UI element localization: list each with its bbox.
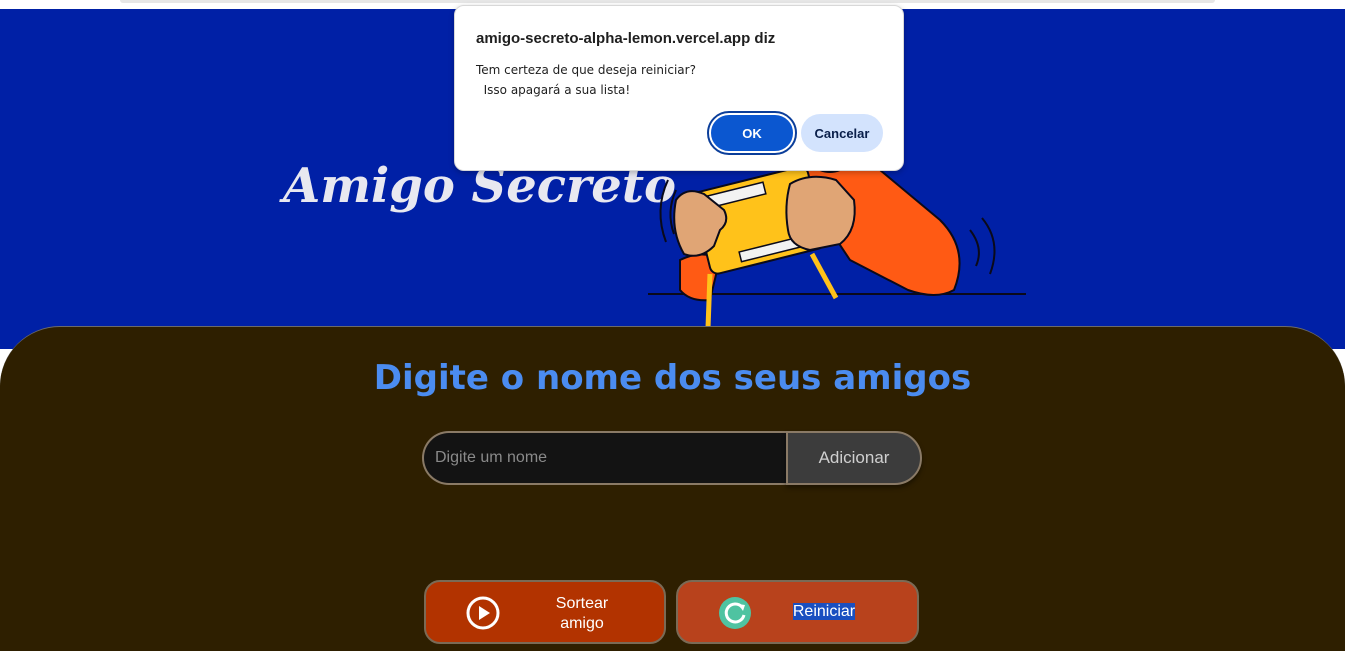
dialog-origin: amigo-secreto-alpha-lemon.vercel.app diz (476, 30, 776, 47)
add-friend-form: Adicionar (422, 431, 922, 485)
confirm-dialog: amigo-secreto-alpha-lemon.vercel.app diz… (454, 5, 904, 171)
name-input[interactable] (422, 431, 788, 485)
draw-friend-label-line1: Sortear (555, 595, 609, 612)
person-playing-handheld-game-illustration (648, 163, 1026, 329)
restart-label: Reiniciar (778, 602, 870, 622)
top-divider (120, 0, 1215, 3)
draw-friend-button[interactable]: Sortear amigo (424, 580, 666, 644)
restart-label-text: Reiniciar (792, 603, 856, 620)
dialog-message-line2: Isso apagará a sua lista! (476, 83, 631, 97)
dialog-ok-button[interactable]: OK (707, 111, 797, 155)
play-circle-icon (466, 596, 500, 630)
draw-friend-label-line2: amigo (560, 615, 604, 632)
draw-friend-label: Sortear amigo (536, 594, 628, 634)
main-heading: Digite o nome dos seus amigos (373, 358, 972, 398)
dialog-message: Tem certeza de que deseja reiniciar? Iss… (476, 60, 696, 100)
restart-icon (719, 597, 751, 629)
dialog-cancel-button[interactable]: Cancelar (801, 114, 883, 152)
restart-button[interactable]: Reiniciar (676, 580, 919, 644)
dialog-message-line1: Tem certeza de que deseja reiniciar? (476, 63, 696, 77)
add-button[interactable]: Adicionar (786, 431, 922, 485)
